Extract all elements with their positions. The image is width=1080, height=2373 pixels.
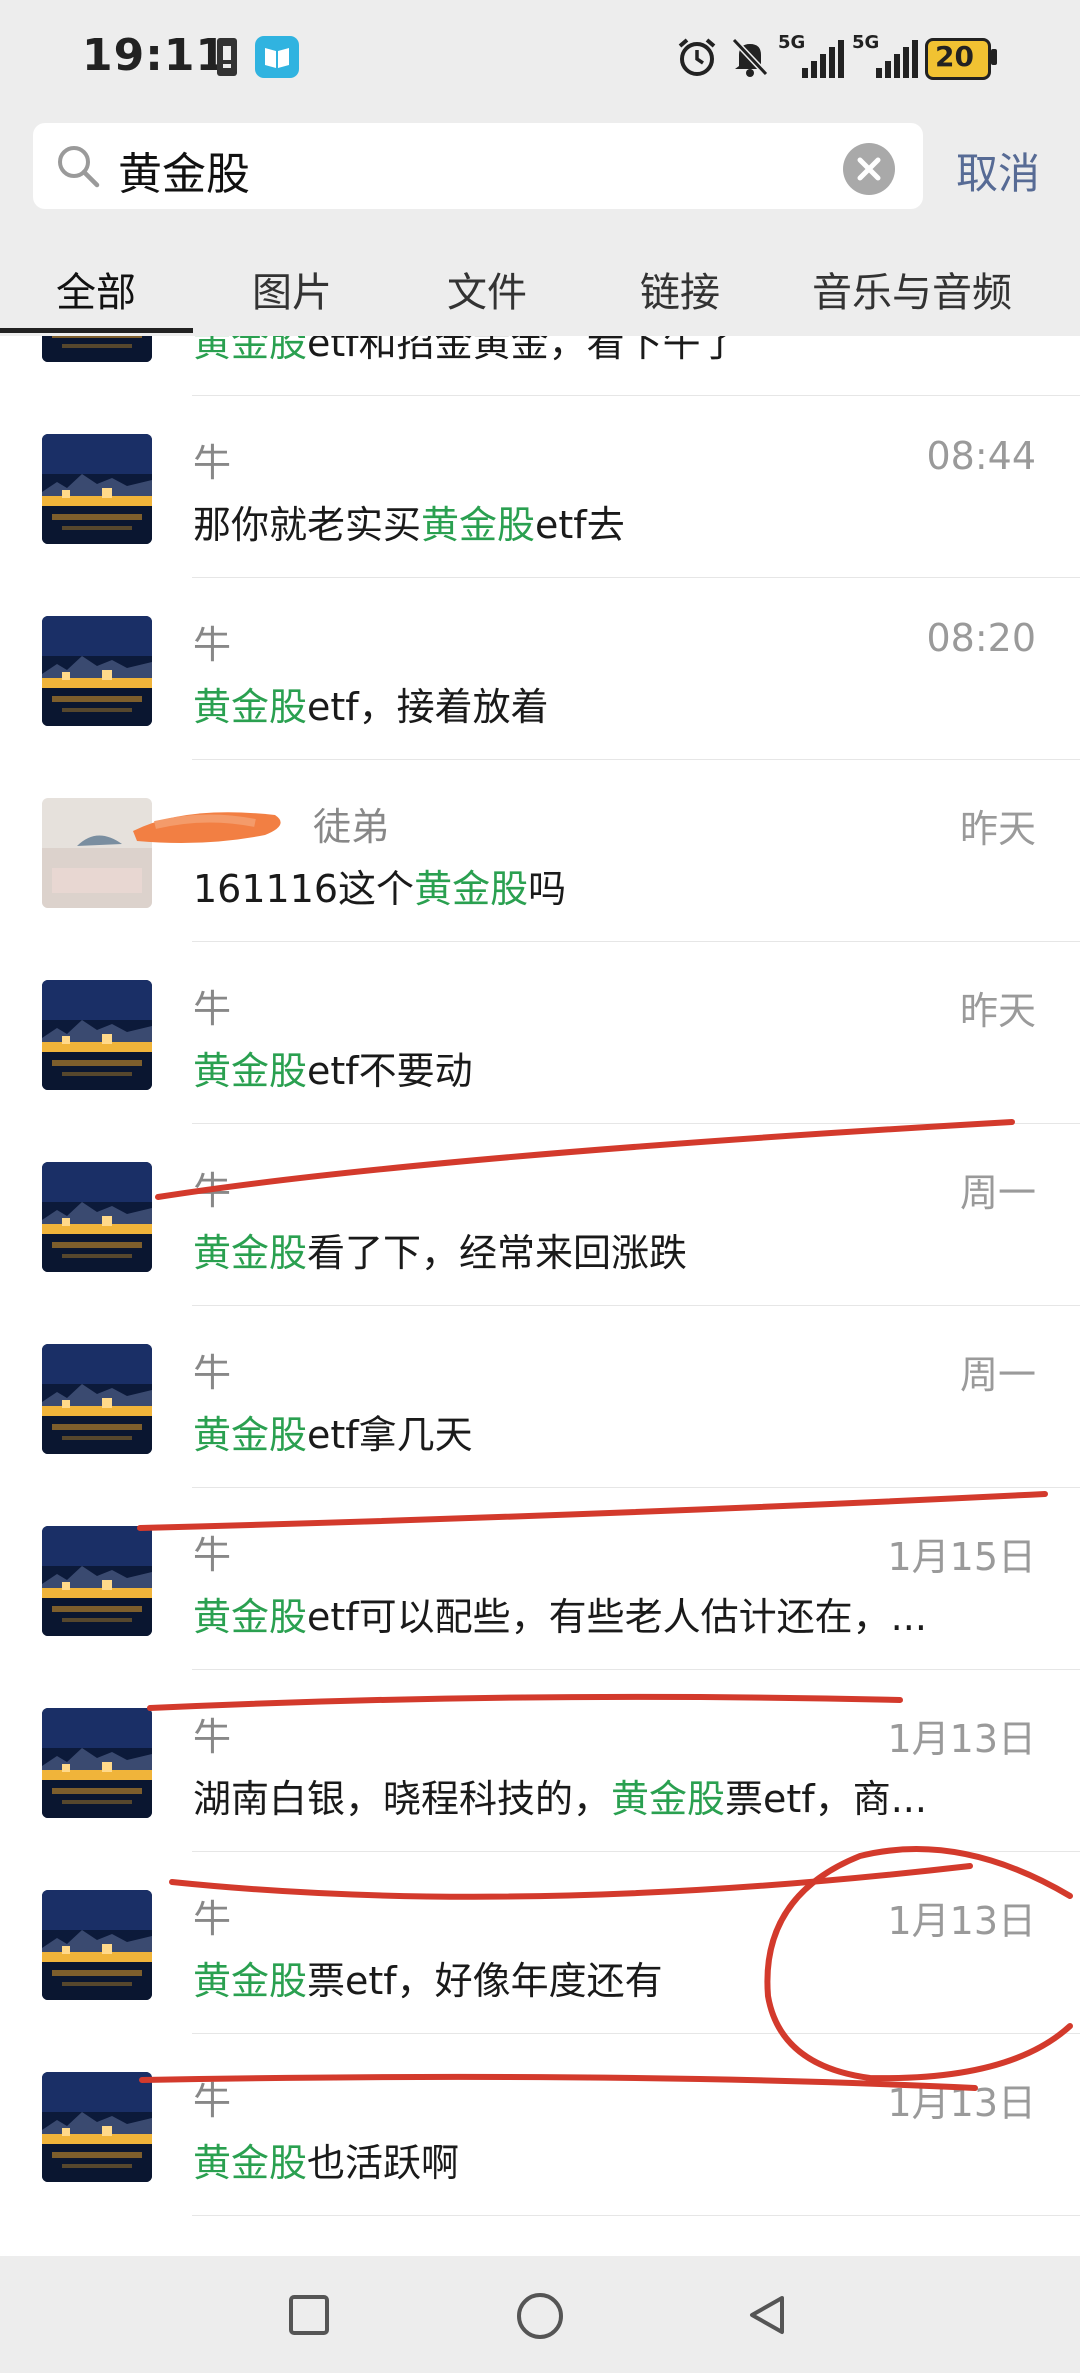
tab-music-audio[interactable]: 音乐与音频 [812,260,1012,318]
phone-status-icon [217,38,237,76]
book-app-icon [255,36,299,78]
signal-icon [876,40,918,78]
system-nav-bar [0,2256,1080,2373]
search-box[interactable]: 黄金股 [33,123,923,209]
back-icon[interactable] [746,2294,788,2336]
tab-links[interactable]: 链接 [640,260,720,318]
signal-2: 5G [852,32,918,80]
filter-tabs: 全部 图片 文件 链接 音乐与音频 [0,250,1080,336]
signal-icon [802,40,844,78]
alarm-icon [678,38,716,76]
status-bar: 19:11 5G 5G 20 [0,0,1080,120]
tab-all[interactable]: 全部 [56,260,136,318]
active-tab-indicator [0,328,193,333]
tab-files[interactable]: 文件 [447,260,527,318]
signal-1: 5G [778,32,844,80]
battery-icon: 20 [925,38,997,80]
mute-icon [731,37,769,77]
results-list: 黄金股etf和招金黄金，看下午了牛 08:44 那你就老实买黄金股etf去牛 08:2… [0,336,1080,2256]
tab-images[interactable]: 图片 [252,260,332,318]
search-input[interactable]: 黄金股 [118,138,250,202]
search-icon [58,146,100,188]
redaction-scribble [133,812,281,843]
annotation-strokes [137,1119,1073,2091]
cancel-button[interactable]: 取消 [956,140,1040,201]
recents-icon[interactable] [288,2294,330,2336]
clear-icon[interactable] [843,143,895,195]
battery-level: 20 [935,40,974,73]
home-icon[interactable] [516,2292,564,2340]
status-time: 19:11 [82,30,228,81]
